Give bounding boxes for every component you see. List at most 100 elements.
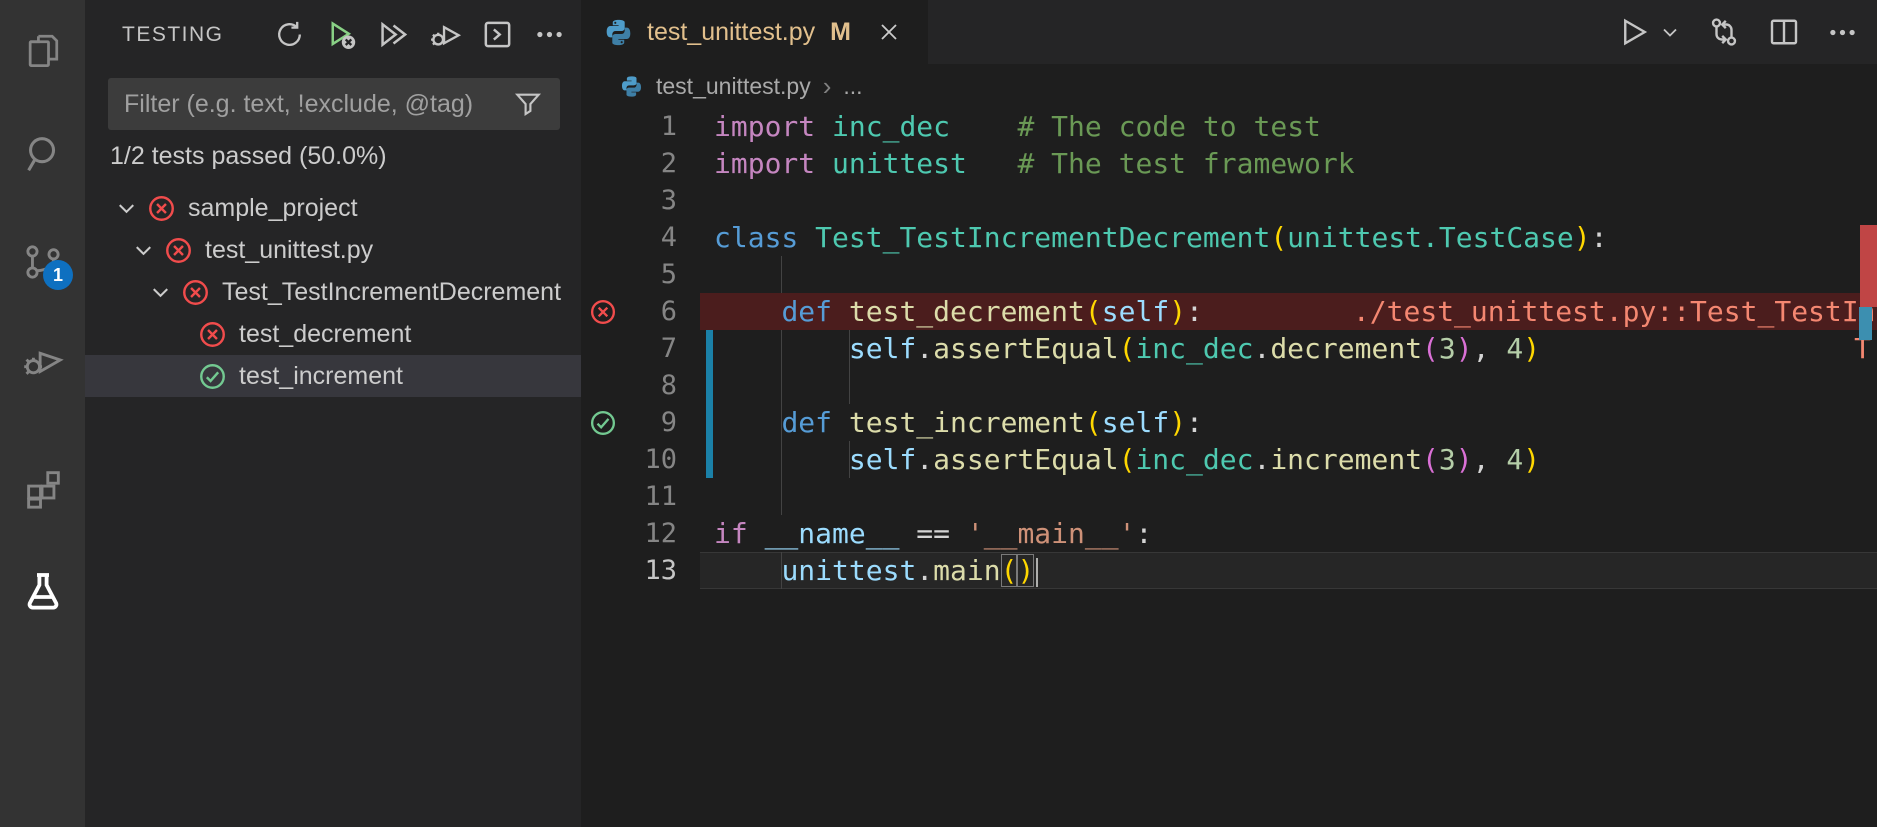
activity-bar: 1 — [0, 0, 85, 827]
chevron-down-icon[interactable] — [125, 232, 161, 268]
split-editor-icon[interactable] — [1766, 14, 1802, 50]
test-filter-input[interactable] — [124, 89, 512, 119]
code-line-1[interactable]: 1 import inc_dec # The code to test — [581, 108, 1877, 145]
search-icon[interactable] — [0, 118, 85, 190]
testing-flask-icon[interactable] — [0, 556, 85, 628]
line-number: 6 — [660, 296, 677, 327]
line-number: 3 — [660, 185, 677, 216]
line-number: 9 — [660, 407, 677, 438]
test-failed-icon — [195, 317, 229, 351]
git-modified-gutter-bar — [706, 404, 713, 441]
test-filter-box — [108, 78, 560, 130]
indent-guide — [848, 367, 850, 404]
test-tree: sample_project test_unittest.py Test_TestI… — [85, 187, 581, 397]
test-tree-label: sample_project — [188, 193, 358, 222]
code-text: self.assertEqual(inc_dec.decrement(3), 4… — [848, 332, 1541, 365]
indent-guide — [781, 367, 783, 404]
code-text: self.assertEqual(inc_dec.increment(3), 4… — [848, 443, 1541, 476]
source-control-icon[interactable]: 1 — [0, 226, 85, 298]
open-changes-icon[interactable] — [1706, 14, 1742, 50]
code-text: def test_increment(self): — [781, 406, 1203, 439]
debug-tests-icon[interactable] — [427, 16, 463, 52]
test-failed-icon — [161, 233, 195, 267]
filter-funnel-icon[interactable] — [512, 88, 544, 120]
test-tree-item-test_increment[interactable]: test_increment — [85, 355, 581, 397]
chevron-down-icon[interactable] — [142, 274, 178, 310]
more-actions-icon[interactable] — [531, 16, 567, 52]
python-file-icon — [603, 17, 634, 48]
run-all-tests-icon[interactable] — [375, 16, 411, 52]
code-line-2[interactable]: 2 import unittest # The test framework — [581, 145, 1877, 182]
tab-test-unittest[interactable]: test_unittest.py M — [581, 0, 928, 64]
gutter-test-passed-icon[interactable] — [589, 409, 627, 437]
run-debug-icon[interactable] — [0, 324, 85, 396]
chevron-down-icon — [1663, 28, 1677, 37]
line-number: 10 — [644, 444, 677, 475]
tab-bar: test_unittest.py M — [581, 0, 1877, 64]
line-number: 4 — [660, 222, 677, 253]
breadcrumb-file[interactable]: test_unittest.py — [656, 73, 811, 100]
breadcrumb[interactable]: test_unittest.py › ... — [581, 64, 1877, 108]
git-modified-gutter-bar — [706, 367, 713, 404]
code-line-12[interactable]: 12 if __name__ == '__main__': — [581, 515, 1877, 552]
code-text: if __name__ == '__main__': — [714, 517, 1153, 550]
line-number: 8 — [660, 370, 677, 401]
line-number: 1 — [660, 111, 677, 142]
close-tab-icon[interactable] — [872, 15, 906, 49]
test-failed-icon — [144, 191, 178, 225]
test-tree-label: test_decrement — [239, 319, 412, 348]
test-tree-item-test_decrement[interactable]: test_decrement — [85, 313, 581, 355]
breadcrumb-more[interactable]: ... — [843, 73, 862, 100]
test-failed-icon — [178, 275, 212, 309]
more-actions-icon[interactable] — [1826, 16, 1859, 49]
extensions-icon[interactable] — [0, 452, 85, 524]
code-text: import unittest # The test framework — [714, 147, 1355, 180]
code-line-7[interactable]: 7 self.assertEqual(inc_dec.decrement(3),… — [581, 330, 1877, 367]
refresh-tests-icon[interactable] — [271, 16, 307, 52]
overview-ruler-modified-mark — [1859, 307, 1872, 340]
breadcrumb-separator-icon: › — [822, 70, 832, 101]
code-text: unittest.main() — [714, 552, 1039, 589]
explorer-icon[interactable] — [0, 14, 85, 86]
inline-test-error-message[interactable]: ./test_unittest.py::Test_TestIncrementDe… — [1353, 295, 1877, 328]
test-tree-item-sample_project[interactable]: sample_project — [85, 187, 581, 229]
test-tree-item-Test_TestIncrementDecrement[interactable]: Test_TestIncrementDecrement — [85, 271, 581, 313]
code-text: class Test_TestIncrementDecrement(unitte… — [714, 221, 1608, 254]
test-passed-icon — [195, 359, 229, 393]
git-modified-gutter-bar — [706, 330, 713, 367]
test-tree-label: test_unittest.py — [205, 235, 374, 264]
text-cursor — [1036, 557, 1039, 587]
line-number: 13 — [644, 555, 677, 586]
code-line-9[interactable]: 9 def test_increment(self): — [581, 404, 1877, 441]
tab-title: test_unittest.py — [647, 17, 816, 46]
rerun-failed-tests-icon[interactable] — [323, 16, 359, 52]
test-tree-item-test_unittest.py[interactable]: test_unittest.py — [85, 229, 581, 271]
testing-sidebar: TESTING Filter (e.g. text, !exclude, @ta… — [85, 0, 581, 827]
bracket-match: ) — [1017, 554, 1035, 587]
test-tree-label: Test_TestIncrementDecrement — [222, 277, 562, 306]
code-line-5[interactable]: 5 — [581, 256, 1877, 293]
code-editor[interactable]: 1 import inc_dec # The code to test 2 impor… — [581, 108, 1877, 827]
test-tree-label: test_increment — [239, 361, 403, 390]
run-python-file-icon[interactable] — [1614, 14, 1682, 50]
code-line-11[interactable]: 11 — [581, 478, 1877, 515]
test-summary: 1/2 tests passed (50.0%) — [110, 142, 387, 170]
chevron-down-icon[interactable] — [108, 190, 144, 226]
code-line-6[interactable]: 6 def test_decrement(self): ./test_unitte… — [581, 293, 1877, 330]
show-test-output-icon[interactable] — [479, 16, 515, 52]
line-number: 7 — [660, 333, 677, 364]
indent-guide — [781, 256, 783, 293]
code-line-13[interactable]: 13 unittest.main() — [581, 552, 1877, 589]
code-text: import inc_dec # The code to test — [714, 110, 1321, 143]
code-line-8[interactable]: 8 — [581, 367, 1877, 404]
code-line-3[interactable]: 3 — [581, 182, 1877, 219]
line-number: 11 — [644, 481, 677, 512]
code-line-10[interactable]: 10 self.assertEqual(inc_dec.increment(3)… — [581, 441, 1877, 478]
python-file-icon — [619, 74, 644, 99]
code-line-4[interactable]: 4 class Test_TestIncrementDecrement(unitt… — [581, 219, 1877, 256]
line-number: 2 — [660, 148, 677, 179]
gutter-test-failed-icon[interactable] — [589, 298, 627, 326]
source-control-badge: 1 — [43, 260, 73, 290]
line-number: 5 — [660, 259, 677, 290]
git-modified-gutter-bar — [706, 441, 713, 478]
